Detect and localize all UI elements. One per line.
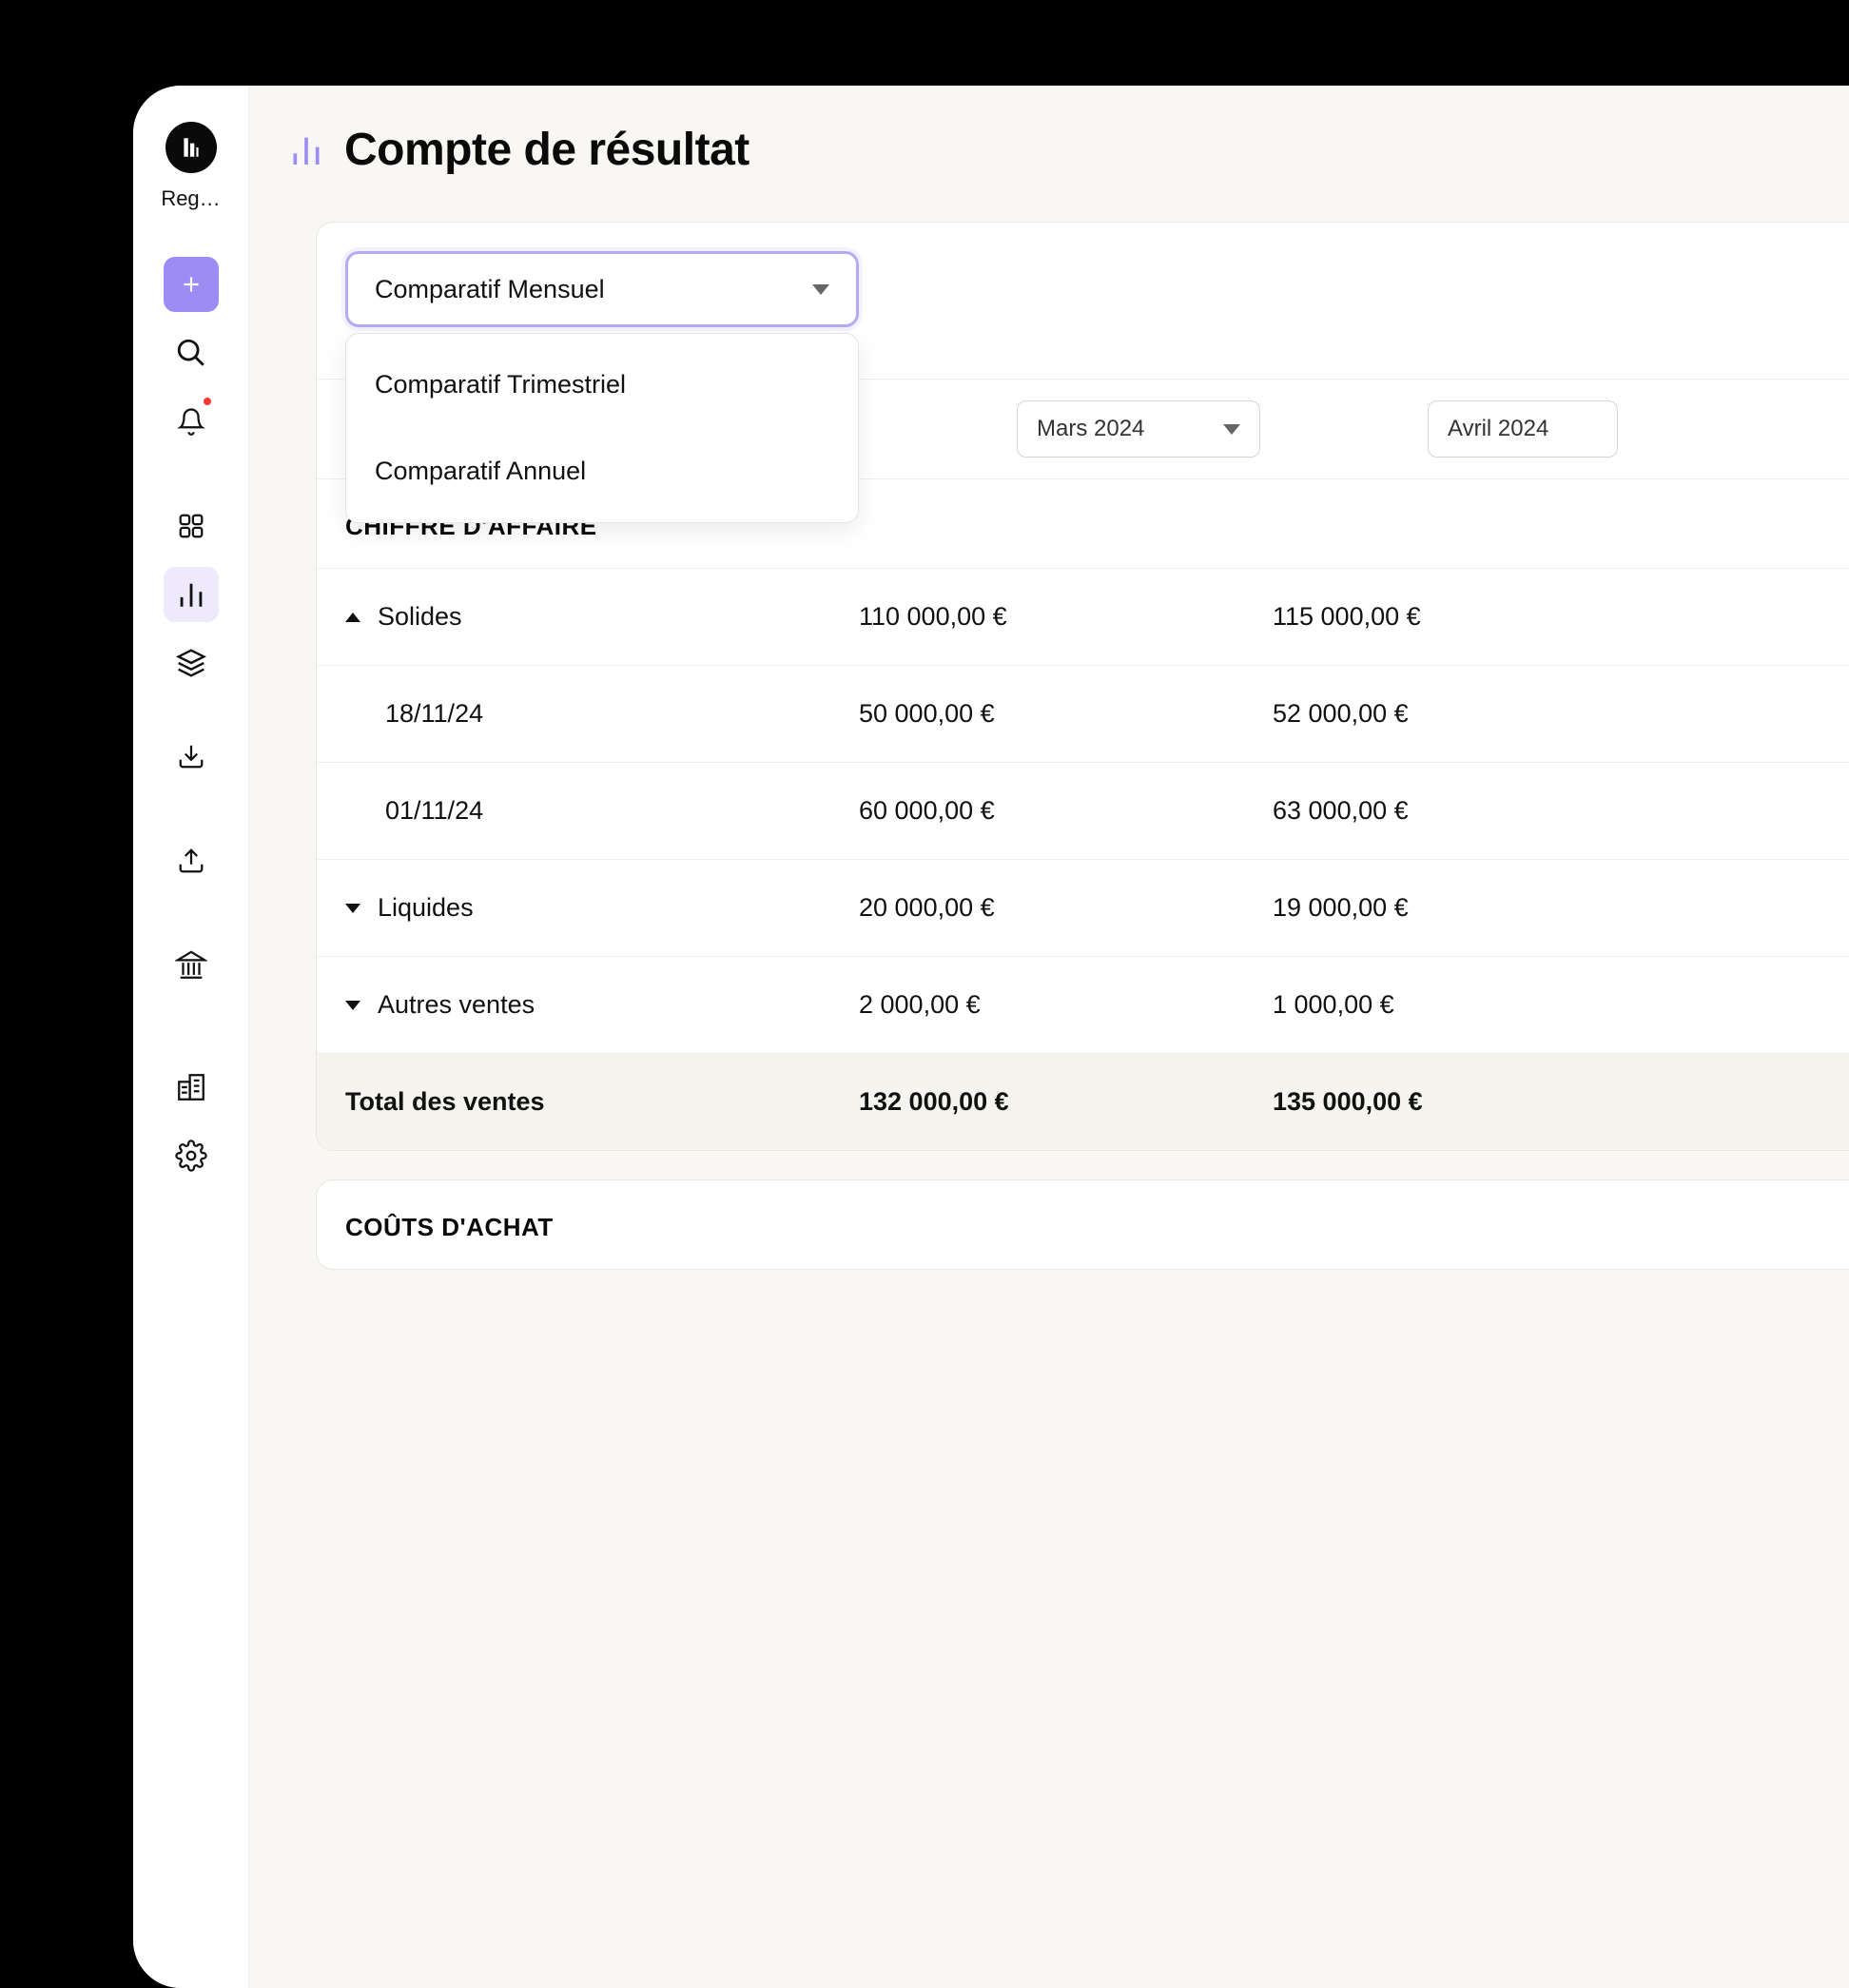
sidebar-notifications[interactable] [164,394,219,449]
caret-down-icon [345,904,360,913]
caret-up-icon [345,613,360,622]
table-row[interactable]: Autres ventes 2 000,00 € 1 000,00 € [317,956,1849,1053]
bar-chart-icon [175,578,207,611]
app-window: Reg… [133,86,1849,1988]
row-value-1: 2 000,00 € [859,990,1273,1020]
row-value-2: 115 000,00 € [1273,602,1686,632]
table-row[interactable]: 01/11/24 60 000,00 € 63 000,00 € [317,762,1849,859]
period-select-2[interactable]: Avril 2024 [1428,400,1618,458]
search-icon [175,337,207,369]
table-row-total: Total des ventes 132 000,00 € 135 000,00… [317,1053,1849,1150]
download-icon [177,742,205,770]
total-label: Total des ventes [345,1087,545,1117]
comparator-selected: Comparatif Mensuel [375,275,605,304]
sidebar-layers[interactable] [164,635,219,691]
caret-down-icon [345,1001,360,1010]
sidebar-download[interactable] [164,729,219,784]
sidebar-upload[interactable] [164,833,219,888]
bank-icon [175,949,207,982]
sidebar-settings[interactable] [164,1128,219,1183]
row-value-2: 63 000,00 € [1273,796,1686,826]
grid-icon [177,512,205,540]
row-label: 18/11/24 [385,699,483,729]
table-row[interactable]: 18/11/24 50 000,00 € 52 000,00 € [317,665,1849,762]
total-value-2: 135 000,00 € [1273,1087,1686,1117]
main-content: Compte de résultat Comparatif Mensuel Co… [249,86,1849,1988]
sidebar-search[interactable] [164,325,219,380]
plus-icon [179,272,204,297]
row-label: Autres ventes [378,990,535,1020]
sidebar: Reg… [133,86,249,1988]
upload-icon [177,847,205,875]
table-row[interactable]: Solides 110 000,00 € 115 000,00 € [317,568,1849,665]
row-label: Solides [378,602,462,632]
comparator-trigger[interactable]: Comparatif Mensuel [345,251,859,327]
sidebar-add-button[interactable] [164,257,219,312]
row-value-1: 60 000,00 € [859,796,1273,826]
org-name: Reg… [161,186,220,211]
row-value-1: 110 000,00 € [859,602,1273,632]
chevron-down-icon [812,284,829,295]
sidebar-buildings[interactable] [164,1060,219,1115]
logo-icon [179,135,204,160]
costs-section: COÛTS D'ACHAT [316,1179,1849,1270]
sidebar-bank[interactable] [164,938,219,993]
comparator-dropdown: Comparatif Mensuel Comparatif Trimestrie… [345,251,859,327]
total-value-1: 132 000,00 € [859,1087,1273,1117]
period-1-label: Mars 2024 [1037,416,1144,442]
gear-icon [175,1140,207,1172]
comparator-menu: Comparatif Trimestriel Comparatif Annuel [345,333,859,523]
sidebar-apps[interactable] [164,498,219,554]
comparator-option-annual[interactable]: Comparatif Annuel [346,428,858,515]
bell-icon [177,407,205,436]
row-label: Liquides [378,893,474,923]
row-value-2: 52 000,00 € [1273,699,1686,729]
revenue-section: Comparatif Mensuel Comparatif Trimestrie… [316,222,1849,1151]
costs-title: COÛTS D'ACHAT [317,1180,1849,1269]
table-row[interactable]: Liquides 20 000,00 € 19 000,00 € [317,859,1849,956]
row-value-1: 50 000,00 € [859,699,1273,729]
row-value-2: 1 000,00 € [1273,990,1686,1020]
layers-icon [176,648,206,678]
buildings-icon [175,1071,207,1103]
chevron-down-icon [1223,424,1240,435]
page-header: Compte de résultat [287,124,1849,176]
row-value-1: 20 000,00 € [859,893,1273,923]
org-logo[interactable] [165,122,217,173]
sidebar-reports[interactable] [164,567,219,622]
period-select-1[interactable]: Mars 2024 [1017,400,1260,458]
row-value-2: 19 000,00 € [1273,893,1686,923]
page-title: Compte de résultat [344,124,749,176]
bar-chart-icon [287,131,325,169]
period-2-label: Avril 2024 [1448,416,1548,442]
notification-badge [202,396,213,407]
comparator-option-quarterly[interactable]: Comparatif Trimestriel [346,341,858,428]
row-label: 01/11/24 [385,796,483,826]
